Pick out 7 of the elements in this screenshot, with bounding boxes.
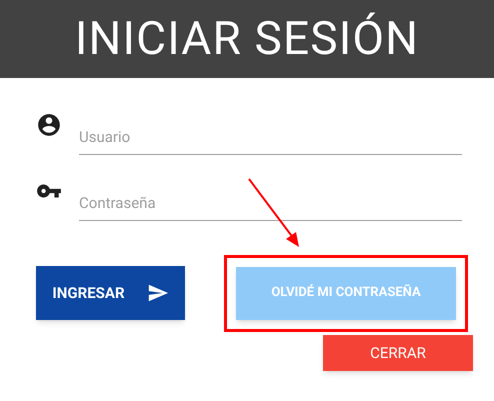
text-field[interactable]: Contraseña bbox=[79, 178, 462, 221]
annotation-arrow bbox=[246, 177, 302, 249]
text-field[interactable]: Usuario bbox=[79, 112, 462, 155]
close-button[interactable]: CERRAR bbox=[323, 335, 473, 371]
send-icon bbox=[146, 282, 169, 304]
account-icon bbox=[36, 112, 62, 138]
login-button[interactable]: INGRESAR bbox=[36, 266, 185, 320]
